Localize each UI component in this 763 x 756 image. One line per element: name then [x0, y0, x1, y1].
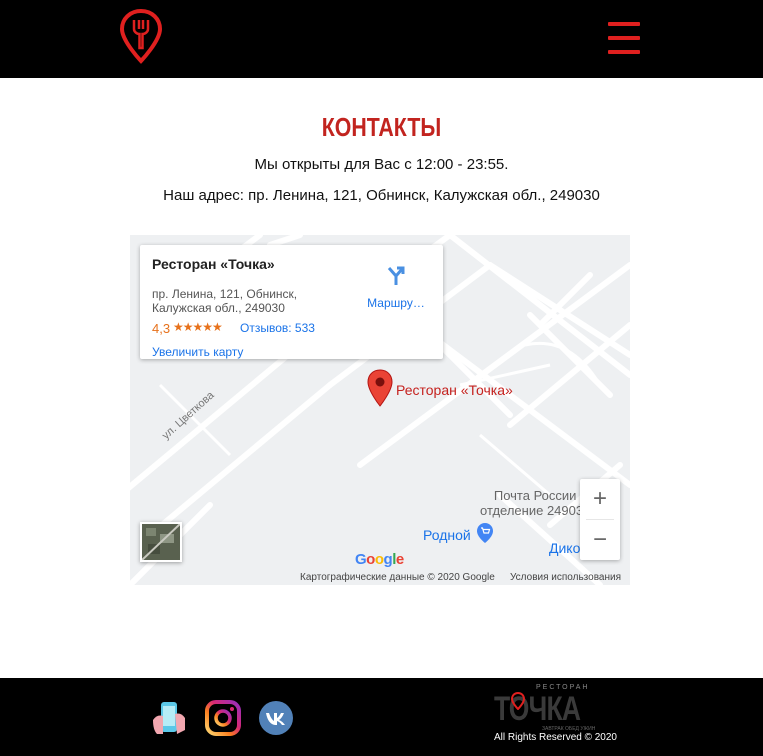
reviews-link[interactable]: Отзывов: 533	[240, 321, 315, 335]
rating-stars: ★★★★★	[173, 320, 223, 334]
google-map[interactable]: ул. Цветкова Ресторан «Точка» пр. Ленина…	[130, 235, 630, 585]
satellite-toggle[interactable]	[140, 522, 182, 562]
directions-button[interactable]: Маршру…	[362, 265, 430, 310]
poi-post-line1: Почта России	[493, 488, 577, 503]
map-pin-icon[interactable]	[367, 369, 393, 407]
pin-label[interactable]: Ресторан «Точка»	[396, 382, 513, 398]
address-text: Наш адрес: пр. Ленина, 121, Обнинск, Кал…	[163, 187, 600, 204]
place-address: пр. Ленина, 121, Обнинск, Калужская обл.…	[152, 287, 298, 315]
map-attribution-bar: Картографические данные © 2020 Google Ус…	[130, 570, 630, 585]
zoom-controls: + −	[580, 479, 620, 560]
rating-value: 4,3	[152, 321, 171, 336]
satellite-thumbnail-icon	[142, 524, 180, 560]
directions-label: Маршру…	[367, 296, 425, 310]
directions-icon	[387, 266, 405, 285]
google-logo: Google	[355, 551, 404, 568]
brand-pin-icon	[511, 692, 525, 710]
hamburger-menu-icon[interactable]	[608, 22, 640, 54]
copyright-text: All Rights Reserved © 2020	[494, 732, 617, 743]
viber-icon[interactable]	[151, 700, 187, 736]
zoom-out-button[interactable]: −	[580, 520, 620, 560]
zoom-in-button[interactable]: +	[580, 479, 620, 519]
brand-logo: РЕСТОРАН ТОЧКА ЗАВТРАК ОБЕД УЖИН	[494, 682, 604, 732]
shopping-cart-pin-icon[interactable]	[476, 522, 494, 544]
poi-post-line2: отделение 249038	[480, 503, 591, 518]
terms-link[interactable]: Условия использования	[510, 572, 621, 583]
place-info-card: Ресторан «Точка» пр. Ленина, 121, Обнинс…	[140, 245, 443, 359]
site-footer: РЕСТОРАН ТОЧКА ЗАВТРАК ОБЕД УЖИН All Rig…	[0, 678, 763, 756]
poi-shop[interactable]: Родной	[423, 527, 471, 543]
fork-pin-icon[interactable]	[119, 8, 163, 64]
site-header	[0, 0, 763, 78]
instagram-icon[interactable]	[205, 700, 241, 736]
page-title: КОНТАКТЫ	[321, 112, 442, 142]
opening-hours: Мы открыты для Вас с 12:00 - 23:55.	[254, 156, 509, 173]
enlarge-map-link[interactable]: Увеличить карту	[152, 345, 243, 359]
poi-partial[interactable]: Дико	[549, 540, 580, 556]
poi-post-office[interactable]: Почта России отделение 249038	[480, 488, 590, 518]
place-name: Ресторан «Точка»	[152, 256, 275, 272]
vk-icon[interactable]	[258, 700, 294, 736]
map-data-attribution: Картографические данные © 2020 Google	[300, 572, 495, 583]
brand-name: ТОЧКА	[494, 690, 581, 728]
